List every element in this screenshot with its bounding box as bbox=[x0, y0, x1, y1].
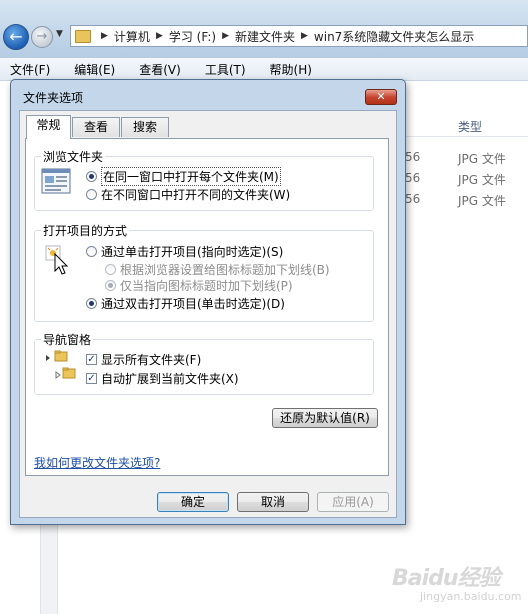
menu-edit[interactable]: 编辑(E) bbox=[74, 61, 115, 78]
checkbox-auto-expand[interactable]: ✓ 自动扩展到当前文件夹(X) bbox=[86, 370, 239, 387]
restore-defaults-button[interactable]: 还原为默认值(R) bbox=[272, 408, 378, 428]
option-underline-browser-label: 根据浏览器设置给图标标题加下划线(B) bbox=[120, 263, 330, 277]
general-tab-panel: 浏览文件夹 在同一窗口中打开每个文件夹(M) 在不同窗口中打开不同的文件夹(W)… bbox=[25, 138, 389, 476]
breadcrumb-new-folder[interactable]: 新建文件夹 bbox=[235, 28, 295, 45]
file-type: JPG 文件 bbox=[458, 152, 506, 166]
dialog-title: 文件夹选项 bbox=[23, 91, 84, 105]
cancel-button[interactable]: 取消 bbox=[237, 492, 309, 512]
back-arrow-icon[interactable]: ← bbox=[3, 24, 29, 50]
breadcrumb-separator-icon[interactable]: ▶ bbox=[222, 31, 229, 41]
option-new-window-label: 在不同窗口中打开不同的文件夹(W) bbox=[101, 188, 291, 202]
menu-view[interactable]: 查看(V) bbox=[139, 61, 181, 78]
breadcrumb-separator-icon[interactable]: ▶ bbox=[301, 31, 308, 41]
menu-help[interactable]: 帮助(H) bbox=[270, 61, 312, 78]
tab-view[interactable]: 查看 bbox=[72, 117, 120, 137]
navigation-pane-group: 导航窗格 ✓ 显示所有文件夹(F) ✓ 自动扩展到当前文件夹(X) bbox=[34, 331, 374, 395]
breadcrumb-separator-icon[interactable]: ▶ bbox=[156, 31, 163, 41]
radio-unselected-icon[interactable] bbox=[86, 246, 97, 257]
explorer-toolbar: ← → ▼ ▶ 计算机 ▶ 学习 (F:) ▶ 新建文件夹 ▶ win7系统隐藏… bbox=[0, 0, 528, 58]
help-link[interactable]: 我如何更改文件夹选项? bbox=[34, 454, 160, 471]
radio-same-window[interactable]: 在同一窗口中打开每个文件夹(M) bbox=[86, 167, 281, 186]
breadcrumb-drive[interactable]: 学习 (F:) bbox=[169, 28, 216, 45]
menu-bar: 文件(F) 编辑(E) 查看(V) 工具(T) 帮助(H) bbox=[0, 58, 528, 81]
ok-button[interactable]: 确定 bbox=[157, 492, 229, 512]
breadcrumb-computer[interactable]: 计算机 bbox=[114, 28, 150, 45]
radio-underline-browser: 根据浏览器设置给图标标题加下划线(B) bbox=[105, 261, 330, 278]
option-underline-point-label: 仅当指向图标标题时加下划线(P) bbox=[120, 279, 293, 293]
radio-disabled-icon bbox=[105, 264, 116, 275]
folder-icon bbox=[75, 29, 91, 43]
open-items-group: 打开项目的方式 通过单击打开项目(指向时选定)(S) 根据浏览器设置给图标标题加… bbox=[34, 222, 374, 322]
checkmark-icon[interactable]: ✓ bbox=[86, 354, 97, 365]
folder-tree-icon bbox=[43, 350, 79, 387]
navigation-pane bbox=[40, 525, 58, 614]
recent-pages-chevron-icon[interactable]: ▼ bbox=[56, 29, 63, 39]
watermark-brand: Baidu经验 bbox=[392, 566, 501, 591]
option-double-click-label: 通过双击打开项目(单击时选定)(D) bbox=[101, 297, 285, 311]
radio-new-window[interactable]: 在不同窗口中打开不同的文件夹(W) bbox=[86, 186, 290, 203]
file-date: 56 bbox=[405, 150, 421, 164]
open-items-title: 打开项目的方式 bbox=[41, 222, 130, 239]
checkmark-icon[interactable]: ✓ bbox=[86, 373, 97, 384]
tab-search[interactable]: 搜索 bbox=[121, 117, 169, 137]
radio-selected-icon[interactable] bbox=[86, 298, 97, 309]
menu-tools[interactable]: 工具(T) bbox=[205, 61, 246, 78]
dialog-content: 常规 查看 搜索 浏览文件夹 在同一窗口中打开每个文件夹(M) 在不同窗口中打开… bbox=[19, 110, 397, 518]
column-header-type[interactable]: 类型 bbox=[458, 118, 482, 135]
breadcrumb-separator-icon[interactable]: ▶ bbox=[101, 31, 108, 41]
auto-expand-label: 自动扩展到当前文件夹(X) bbox=[101, 372, 239, 386]
browse-folders-group: 浏览文件夹 在同一窗口中打开每个文件夹(M) 在不同窗口中打开不同的文件夹(W) bbox=[34, 148, 374, 211]
watermark-url: jingyan.baidu.com bbox=[420, 590, 522, 603]
radio-unselected-icon[interactable] bbox=[86, 189, 97, 200]
file-date: 56 bbox=[405, 192, 421, 206]
radio-selected-icon[interactable] bbox=[86, 171, 97, 182]
radio-single-click[interactable]: 通过单击打开项目(指向时选定)(S) bbox=[86, 243, 283, 260]
file-date: 56 bbox=[405, 171, 421, 185]
address-bar[interactable]: ▶ 计算机 ▶ 学习 (F:) ▶ 新建文件夹 ▶ win7系统隐藏文件夹怎么显… bbox=[70, 25, 528, 47]
click-cursor-icon bbox=[45, 245, 71, 278]
apply-button: 应用(A) bbox=[317, 492, 389, 512]
file-type: JPG 文件 bbox=[458, 173, 506, 187]
tab-general[interactable]: 常规 bbox=[26, 115, 71, 139]
close-button[interactable]: ✕ bbox=[365, 89, 397, 105]
option-single-click-label: 通过单击打开项目(指向时选定)(S) bbox=[101, 245, 284, 259]
radio-double-click[interactable]: 通过双击打开项目(单击时选定)(D) bbox=[86, 295, 285, 312]
forward-arrow-icon[interactable]: → bbox=[31, 26, 53, 48]
show-all-folders-label: 显示所有文件夹(F) bbox=[101, 353, 202, 367]
window-icon bbox=[41, 168, 71, 197]
file-row[interactable]: 56 JPG 文件 bbox=[405, 192, 528, 212]
radio-underline-point: 仅当指向图标标题时加下划线(P) bbox=[105, 277, 293, 294]
file-row[interactable]: 56 JPG 文件 bbox=[405, 171, 528, 191]
option-same-window-label: 在同一窗口中打开每个文件夹(M) bbox=[101, 167, 281, 186]
folder-options-dialog: 文件夹选项 ✕ 常规 查看 搜索 浏览文件夹 在同一窗口中打开每个文件夹(M) … bbox=[10, 79, 406, 525]
checkbox-show-all-folders[interactable]: ✓ 显示所有文件夹(F) bbox=[86, 351, 201, 368]
navigation-pane-title: 导航窗格 bbox=[41, 331, 94, 348]
browse-folders-title: 浏览文件夹 bbox=[41, 148, 106, 165]
file-row[interactable]: 56 JPG 文件 bbox=[405, 150, 528, 170]
file-type: JPG 文件 bbox=[458, 194, 506, 208]
radio-disabled-selected-icon bbox=[105, 280, 116, 291]
breadcrumb-current-folder[interactable]: win7系统隐藏文件夹怎么显示 bbox=[314, 28, 474, 45]
menu-file[interactable]: 文件(F) bbox=[10, 61, 50, 78]
